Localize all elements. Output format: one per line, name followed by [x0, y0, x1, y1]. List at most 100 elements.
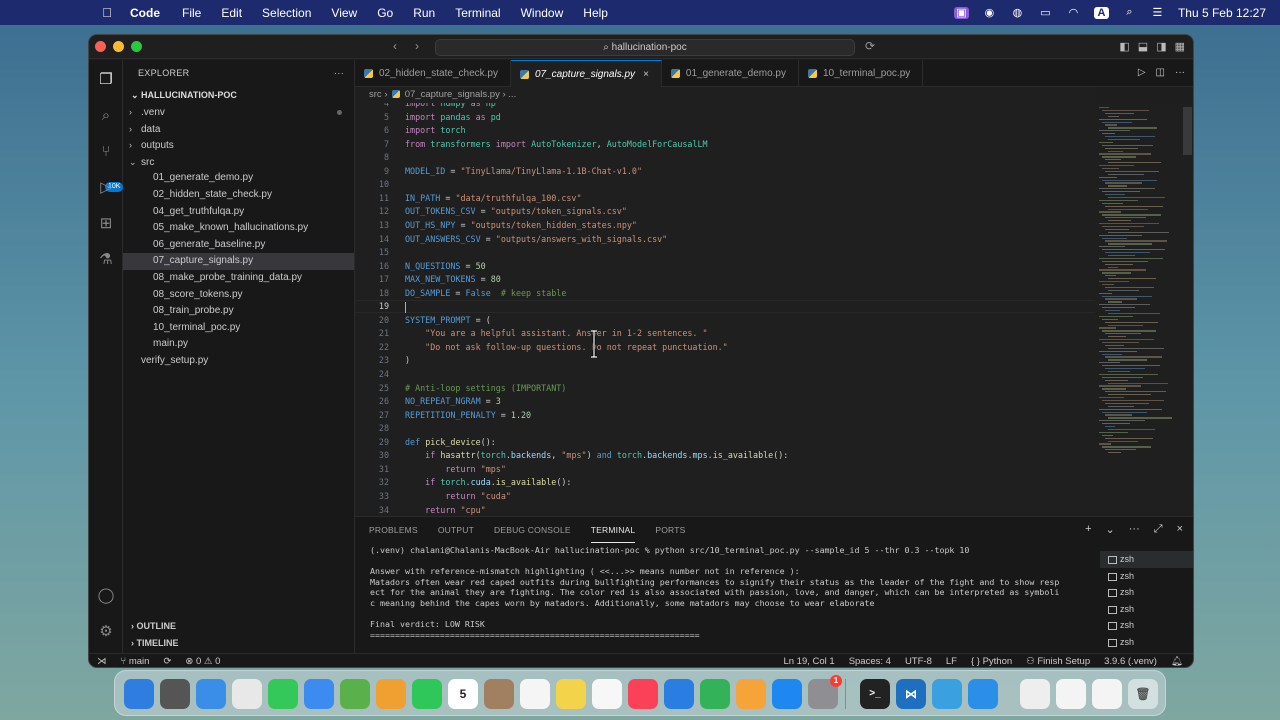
git-branch-status[interactable]: ⑂ main — [121, 654, 150, 667]
minimize-window-button[interactable] — [113, 41, 124, 52]
qt-icon[interactable] — [932, 679, 962, 709]
chrome-icon[interactable] — [232, 679, 262, 709]
toggle-secondary-sidebar-icon[interactable]: ◨ — [1156, 40, 1166, 53]
file-tree-item[interactable]: 04_get_truthfulqa.py — [123, 204, 354, 221]
editor-scrollbar[interactable] — [1183, 107, 1192, 155]
terminal-instance[interactable]: zsh — [1100, 634, 1193, 651]
file-tree-item[interactable]: ⌄ src — [123, 154, 354, 171]
new-terminal-icon[interactable]: + — [1085, 523, 1091, 536]
panel-more-actions-icon[interactable]: ··· — [1129, 523, 1140, 536]
file-tree-item[interactable]: 06_generate_baseline.py — [123, 237, 354, 254]
app-store-icon[interactable] — [772, 679, 802, 709]
launchpad-icon[interactable] — [160, 679, 190, 709]
maps-icon[interactable] — [340, 679, 370, 709]
tab-debug-console[interactable]: DEBUG CONSOLE — [494, 517, 571, 543]
sync-icon[interactable]: ⟳ — [163, 654, 171, 667]
code-line[interactable]: MAX_NEW_TOKENS = 80 — [405, 274, 501, 284]
terminal-dropdown-icon[interactable]: ⌄ — [1106, 523, 1115, 536]
indentation[interactable]: Spaces: 4 — [849, 654, 891, 667]
file-tree-item[interactable]: › outputs — [123, 137, 354, 154]
tab-problems[interactable]: PROBLEMS — [369, 517, 418, 543]
code-line[interactable]: DO_SAMPLE = False # keep stable — [405, 288, 566, 298]
explorer-icon[interactable]: ❐ — [96, 70, 116, 90]
file-tree-item[interactable]: 05_make_known_hallucinations.py — [123, 220, 354, 237]
spotlight-search-icon[interactable]: ⌕ — [1122, 6, 1137, 19]
close-panel-icon[interactable]: × — [1177, 523, 1183, 536]
messages-icon[interactable] — [268, 679, 298, 709]
workspace-root-folder[interactable]: ⌄ HALLUCINATION-POC — [123, 87, 354, 104]
breadcrumb-folder[interactable]: src — [369, 89, 382, 100]
terminal-output[interactable]: (.venv) chalani@Chalanis-MacBook-Air hal… — [370, 545, 1100, 640]
tab-01-generate-demo[interactable]: 01_generate_demo.py — [662, 60, 799, 87]
photos-icon[interactable] — [376, 679, 406, 709]
menu-terminal[interactable]: Terminal — [455, 6, 500, 20]
command-center-search[interactable]: ⌕ hallucination-poc — [435, 39, 855, 56]
contacts-icon[interactable] — [484, 679, 514, 709]
terminal-instance[interactable]: zsh — [1100, 551, 1193, 568]
code-line[interactable]: return "cpu" — [405, 505, 486, 515]
source-control-icon[interactable]: ⑂ — [96, 142, 116, 162]
breadcrumb-symbol[interactable]: › ... — [502, 89, 516, 100]
window-thumb-icon[interactable] — [1092, 679, 1122, 709]
code-line[interactable]: # Anti-loop settings (IMPORTANT) — [405, 383, 566, 393]
menu-window[interactable]: Window — [521, 6, 564, 20]
record-icon[interactable]: ◉ — [982, 7, 997, 19]
code-line[interactable]: OUT_ANSWERS_CSV = "outputs/answers_with_… — [405, 234, 667, 244]
clock[interactable]: Thu 5 Feb 12:27 — [1178, 6, 1266, 20]
numbers-icon[interactable] — [700, 679, 730, 709]
code-line[interactable]: if hasattr(torch.backends, "mps") and to… — [405, 450, 788, 460]
run-debug-icon[interactable]: ▷ — [96, 178, 116, 198]
finder-icon[interactable] — [124, 679, 154, 709]
terminal-instance[interactable]: zsh — [1100, 601, 1193, 618]
close-window-button[interactable] — [95, 41, 106, 52]
file-tree-item[interactable]: 08_score_tokens.py — [123, 287, 354, 304]
notes-icon[interactable] — [556, 679, 586, 709]
apple-menu-icon[interactable]:  — [92, 5, 122, 20]
copilot-icon[interactable]: ⟳ — [865, 39, 875, 53]
file-tree-item[interactable]: 08_make_probe_training_data.py — [123, 270, 354, 287]
toggle-panel-icon[interactable]: ⬓ — [1138, 40, 1148, 53]
menu-go[interactable]: Go — [377, 6, 393, 20]
back-arrow-icon[interactable]: ‹ — [393, 39, 397, 53]
window-thumb-icon[interactable] — [1056, 679, 1086, 709]
menu-view[interactable]: View — [331, 6, 357, 20]
wifi-icon[interactable]: ◠ — [1066, 7, 1081, 19]
split-editor-icon[interactable]: ◫ — [1156, 67, 1165, 78]
code-line[interactable]: def pick_device(): — [405, 437, 496, 447]
file-tree-item[interactable]: verify_setup.py — [123, 353, 354, 370]
code-line[interactable]: MODEL_ID = "TinyLlama/TinyLlama-1.1B-Cha… — [405, 166, 642, 176]
minimap[interactable] — [1095, 103, 1193, 515]
cursor-position[interactable]: Ln 19, Col 1 — [783, 654, 834, 667]
remote-indicator-icon[interactable]: ⋊ — [97, 654, 107, 667]
notifications-bell-icon[interactable]: 🔔︎ — [1171, 654, 1183, 667]
screen-mirroring-icon[interactable]: ▣ — [953, 6, 969, 19]
code-line[interactable]: NO_REPEAT_NGRAM = 3 — [405, 396, 501, 406]
mail-icon[interactable] — [304, 679, 334, 709]
code-line[interactable]: SYSTEM_PROMPT = ( — [405, 315, 491, 325]
code-line[interactable]: "You are a helpful assistant. Answer in … — [405, 328, 707, 338]
accounts-icon[interactable]: ◯ — [96, 586, 116, 606]
code-line[interactable]: REPETITION_PENALTY = 1.20 — [405, 410, 531, 420]
code-line[interactable]: OUT_HS_NPY = "outputs/token_hidden_state… — [405, 220, 637, 230]
code-line[interactable]: import torch — [405, 125, 466, 135]
tab-10-terminal-poc[interactable]: 10_terminal_poc.py — [799, 60, 924, 87]
file-tree-item[interactable]: › data — [123, 121, 354, 138]
tab-02-hidden-state-check[interactable]: 02_hidden_state_check.py — [355, 60, 511, 87]
finish-setup[interactable]: ⚇ Finish Setup — [1026, 654, 1090, 667]
file-tree-item[interactable]: 07_capture_signals.py — [123, 253, 354, 270]
menu-help[interactable]: Help — [583, 6, 608, 20]
extensions-icon[interactable]: ⊞ — [96, 214, 116, 234]
code-line[interactable]: if torch.cuda.is_available(): — [405, 477, 571, 487]
code-line[interactable]: N_QUESTIONS = 50 — [405, 261, 486, 271]
menu-selection[interactable]: Selection — [262, 6, 311, 20]
tab-output[interactable]: OUTPUT — [438, 517, 474, 543]
control-center-icon[interactable]: ☰ — [1150, 7, 1165, 19]
close-tab-icon[interactable]: × — [643, 69, 649, 80]
zoom-window-button[interactable] — [131, 41, 142, 52]
menu-file[interactable]: File — [182, 6, 201, 20]
run-python-file-icon[interactable]: ▷ — [1138, 67, 1146, 78]
vpn-icon[interactable]: ◍ — [1010, 7, 1025, 19]
safari-icon[interactable] — [196, 679, 226, 709]
terminal-instance[interactable]: zsh — [1100, 584, 1193, 601]
menu-run[interactable]: Run — [413, 6, 435, 20]
